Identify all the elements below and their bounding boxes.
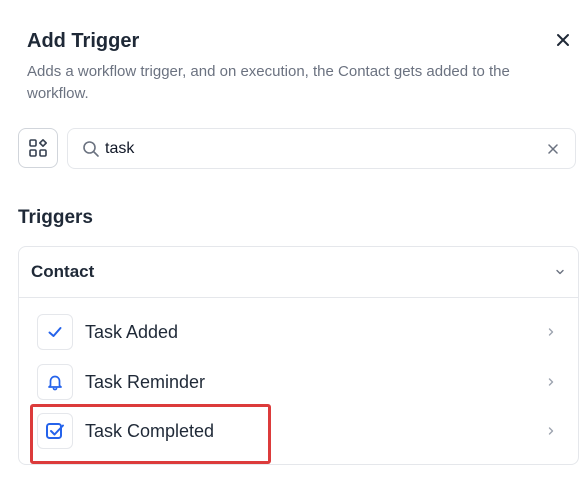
dialog-title: Add Trigger — [27, 30, 140, 52]
section-heading: Triggers — [18, 207, 93, 228]
trigger-item-task-reminder[interactable]: Task Reminder — [37, 363, 558, 401]
trigger-item-label: Task Reminder — [85, 371, 206, 392]
search-input[interactable] — [105, 133, 525, 164]
close-icon — [557, 34, 569, 46]
chevron-right-icon — [544, 325, 558, 339]
apps-button[interactable] — [18, 128, 58, 168]
dialog-description: Adds a workflow trigger, and on executio… — [27, 63, 510, 102]
clear-icon — [548, 144, 558, 154]
checkbox-checked-icon — [37, 413, 73, 449]
search-box — [67, 128, 576, 169]
trigger-item-label: Task Added — [85, 321, 179, 342]
group-label: Contact — [31, 262, 95, 281]
chevron-down-icon — [553, 265, 567, 279]
bell-icon — [37, 364, 73, 400]
search-icon — [82, 140, 100, 158]
trigger-item-task-added[interactable]: Task Added — [37, 313, 558, 351]
trigger-item-task-completed[interactable]: Task Completed — [37, 412, 558, 450]
group-header[interactable]: Contact — [19, 247, 578, 298]
clear-search-button[interactable] — [545, 141, 561, 157]
chevron-right-icon — [544, 375, 558, 389]
add-trigger-panel: Add Trigger Adds a workflow trigger, and… — [0, 0, 587, 486]
trigger-item-label: Task Completed — [85, 420, 215, 441]
check-icon — [37, 314, 73, 350]
close-button[interactable] — [551, 28, 575, 52]
chevron-right-icon — [544, 424, 558, 438]
apps-grid-icon — [29, 139, 47, 157]
trigger-group-card: Contact Task Added Task Reminder Task Co… — [18, 246, 579, 465]
